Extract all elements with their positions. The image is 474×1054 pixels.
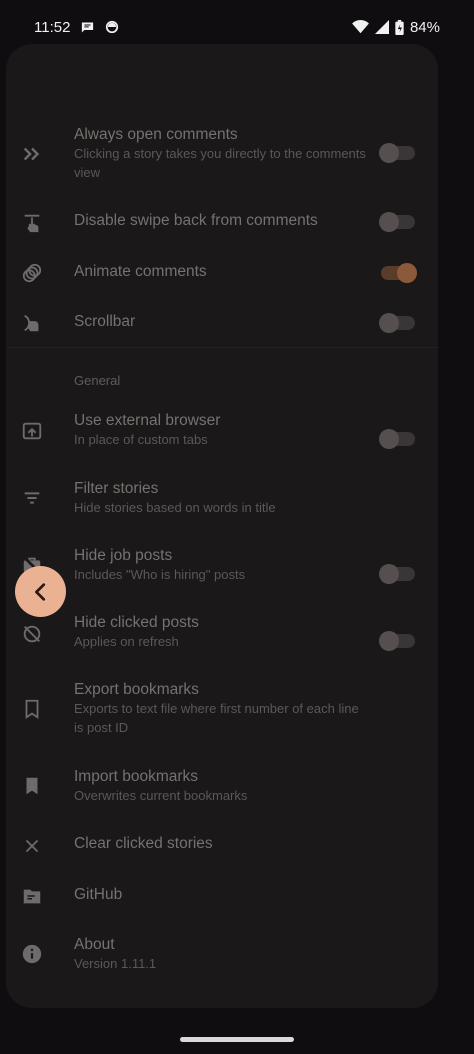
close-icon <box>20 834 44 858</box>
chevron-left-icon <box>30 581 52 603</box>
toggle-knob <box>379 429 399 449</box>
setting-subtitle: Exports to text file where first number … <box>74 701 359 735</box>
bookmark-filled-icon <box>20 774 44 798</box>
section-divider <box>6 347 438 348</box>
setting-subtitle: Version 1.11.1 <box>74 956 157 971</box>
toggle-switch-animate-comments[interactable] <box>381 263 417 283</box>
toggle-knob <box>379 313 399 333</box>
status-right: 84% <box>352 19 440 36</box>
setting-subtitle: Hide stories based on words in title <box>74 500 276 515</box>
toggle-switch-scrollbar[interactable] <box>379 313 415 333</box>
info-icon <box>20 942 44 966</box>
toggle-switch-disable-swipe-back[interactable] <box>379 212 415 232</box>
toggle-knob <box>397 263 417 283</box>
open-in-browser-icon <box>20 419 44 443</box>
setting-title: Hide clicked posts <box>74 614 199 631</box>
toggle-knob <box>379 631 399 651</box>
toggle-knob <box>379 212 399 232</box>
toggle-switch-hide-clicked-posts[interactable] <box>379 631 415 651</box>
back-button[interactable] <box>15 566 66 617</box>
setting-subtitle: Clicking a story takes you directly to t… <box>74 146 366 180</box>
setting-title: Filter stories <box>74 480 159 497</box>
setting-title: About <box>74 936 115 953</box>
battery-percent: 84% <box>409 18 440 36</box>
home-indicator[interactable] <box>180 1037 294 1042</box>
visibility-off-icon <box>20 622 44 646</box>
status-time: 11:52 <box>34 18 71 36</box>
toggle-switch-use-external-browser[interactable] <box>379 429 415 449</box>
toggle-switch-always-open-comments[interactable] <box>379 143 415 163</box>
setting-subtitle: Overwrites current bookmarks <box>74 788 248 803</box>
toggle-knob <box>379 143 399 163</box>
bookmark-outline-icon <box>20 697 44 721</box>
sync-circle-icon <box>105 20 119 34</box>
animation-icon <box>20 261 44 285</box>
swipe-vertical-icon <box>20 311 44 335</box>
setting-title: Clear clicked stories <box>74 835 213 852</box>
setting-title: Import bookmarks <box>74 768 199 785</box>
message-bubble-icon <box>80 20 95 35</box>
setting-title: GitHub <box>74 886 123 903</box>
setting-subtitle: Includes "Who is hiring" posts <box>74 567 246 582</box>
setting-title: Use external browser <box>74 412 221 429</box>
setting-title: Always open comments <box>74 126 238 143</box>
setting-title: Scrollbar <box>74 313 136 330</box>
setting-title: Hide job posts <box>74 547 173 564</box>
filter-icon <box>20 486 44 510</box>
setting-title: Disable swipe back from comments <box>74 212 318 229</box>
setting-subtitle: Applies on refresh <box>74 634 179 649</box>
toggle-switch-hide-job-posts[interactable] <box>379 564 415 584</box>
double-chevron-right-icon <box>20 142 44 166</box>
setting-title: Export bookmarks <box>74 681 199 698</box>
cell-signal-icon <box>374 20 389 34</box>
setting-title: Animate comments <box>74 263 207 280</box>
settings-sheet: General Always open comments Clicking a s… <box>6 44 438 1008</box>
wifi-icon <box>352 20 369 34</box>
swipe-gesture-icon <box>20 211 44 235</box>
toggle-knob <box>379 564 399 584</box>
folder-icon <box>20 884 44 908</box>
setting-subtitle: In place of custom tabs <box>74 432 208 447</box>
status-left: 11:52 <box>34 19 119 36</box>
battery-icon <box>395 19 404 35</box>
section-header-general: General <box>74 373 121 388</box>
